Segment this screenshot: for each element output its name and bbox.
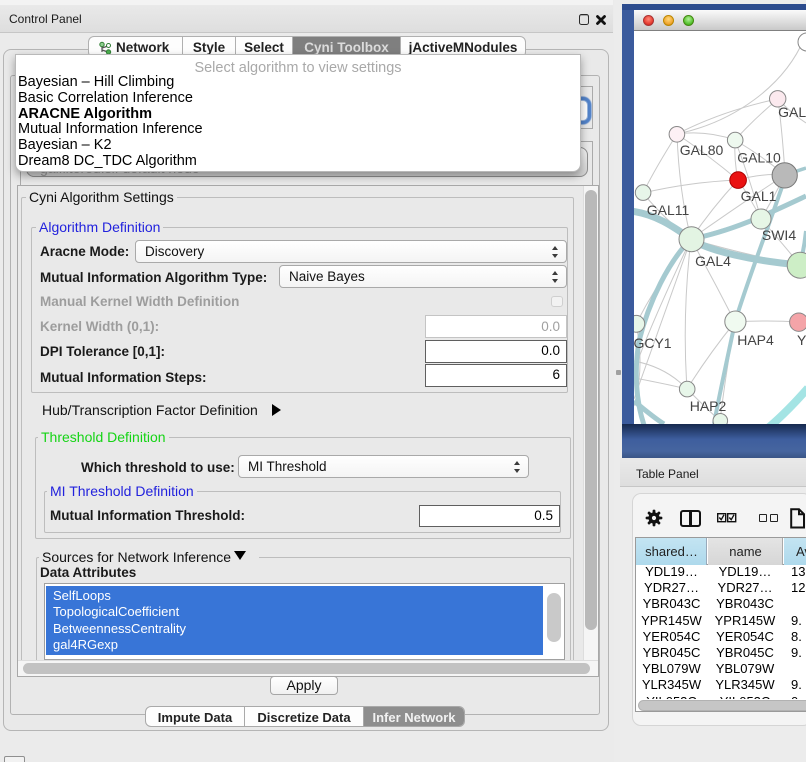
svg-text:GAL1: GAL1 (741, 188, 777, 204)
svg-text:SWI4: SWI4 (762, 227, 796, 243)
svg-text:HAP2: HAP2 (690, 398, 727, 414)
svg-text:YEL0: YEL0 (797, 332, 806, 348)
svg-text:GAL10: GAL10 (737, 150, 781, 166)
svg-text:GAL11: GAL11 (647, 202, 690, 218)
svg-text:GCY1: GCY1 (634, 335, 672, 351)
svg-text:GAL7: GAL7 (778, 104, 806, 120)
svg-text:GAL80: GAL80 (680, 142, 724, 158)
svg-text:HAP4: HAP4 (737, 332, 774, 348)
svg-text:GAL4: GAL4 (695, 253, 731, 269)
